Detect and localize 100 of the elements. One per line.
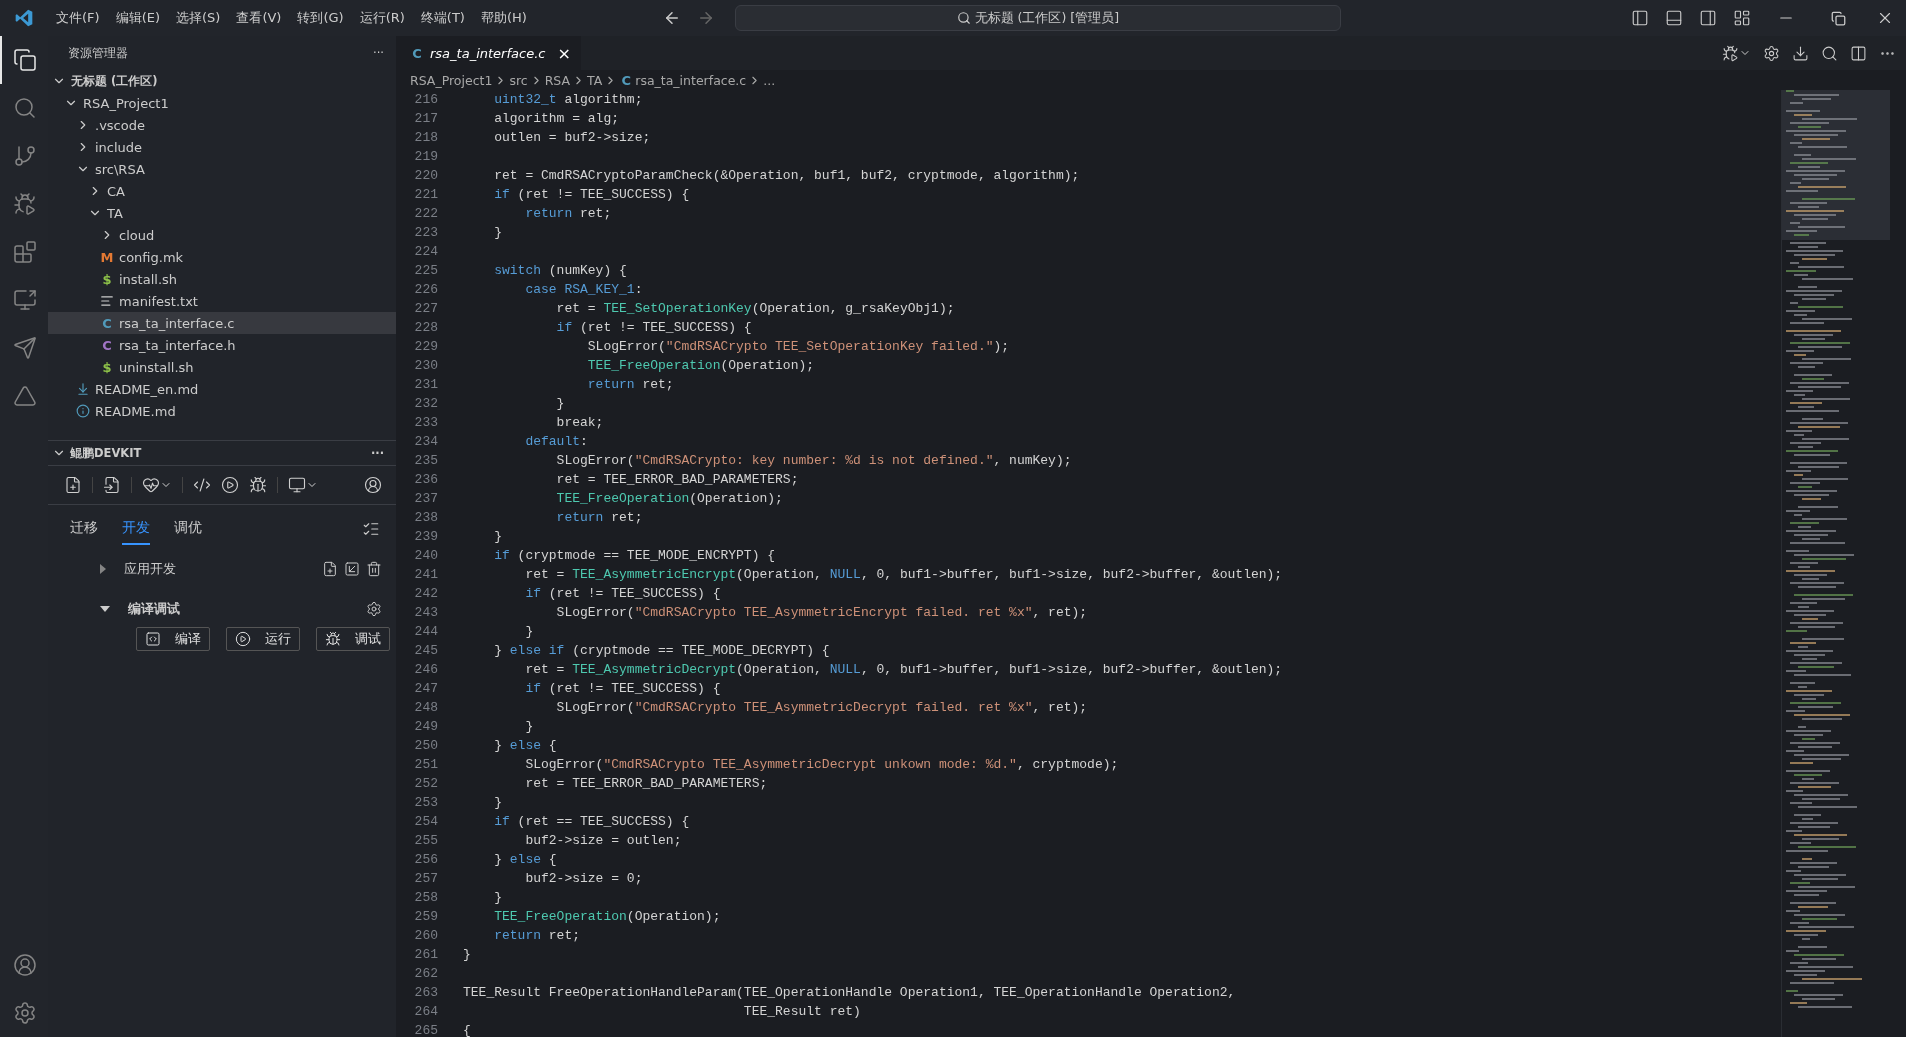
collapsed-icon[interactable] (100, 564, 106, 574)
triangle-icon[interactable] (13, 384, 37, 408)
line-number: 257 (413, 871, 439, 886)
panel-header[interactable]: 鲲鹏DEVKIT ··· (48, 441, 396, 465)
close-tab[interactable]: × (557, 43, 571, 63)
extensions-icon[interactable] (13, 240, 37, 264)
heart-pulse-icon[interactable] (142, 476, 160, 494)
file-item[interactable]: $ uninstall.sh (48, 356, 396, 378)
folder-item[interactable]: src\RSA (48, 158, 396, 180)
paper-plane-icon[interactable] (13, 336, 37, 360)
expanded-icon[interactable] (100, 606, 110, 612)
menu-item[interactable]: 文件(F) (48, 9, 108, 27)
section-title[interactable]: 编译调试 (128, 600, 180, 618)
code-line: TEE_FreeOperation(Operation); (586, 358, 815, 373)
menu-item[interactable]: 转到(G) (289, 9, 352, 27)
account-icon[interactable] (364, 476, 382, 494)
trash-icon[interactable] (366, 561, 382, 577)
play-icon[interactable] (221, 476, 239, 494)
folder-item[interactable]: .vscode (48, 114, 396, 136)
breadcrumb-item[interactable]: RSA (544, 72, 571, 88)
file-item[interactable]: README_en.md (48, 378, 396, 400)
line-number: 261 (413, 947, 439, 962)
layout-icon[interactable] (1733, 9, 1751, 27)
line-number: 230 (413, 358, 439, 373)
line-number: 233 (413, 415, 439, 430)
build-button[interactable]: 编译 (136, 627, 210, 651)
line-number: 264 (413, 1004, 439, 1019)
menu-item[interactable]: 终端(T) (412, 9, 473, 27)
menu-item[interactable]: 运行(R) (351, 9, 413, 27)
folder-item[interactable]: cloud (48, 224, 396, 246)
checklist-icon[interactable] (362, 520, 380, 538)
tab[interactable]: 开发 (122, 519, 150, 545)
panel-bottom-icon[interactable] (1665, 9, 1683, 27)
breadcrumb-item[interactable]: ... (763, 72, 776, 88)
app-logo-icon (14, 8, 34, 28)
download-icon[interactable] (1792, 44, 1809, 62)
code-line: SLogError("CmdRSACrypto TEE_SetOperationKey failed."); (586, 339, 1010, 354)
file-item[interactable]: C rsa_ta_interface.c (48, 312, 396, 334)
new-file-icon[interactable] (322, 561, 338, 577)
files-icon[interactable] (13, 48, 37, 72)
file-item[interactable]: README.md (48, 400, 396, 422)
import-icon[interactable] (344, 561, 360, 577)
line-number: 228 (413, 320, 439, 335)
code-line: uint32_t algorithm; (493, 92, 643, 107)
line-number: 232 (413, 396, 439, 411)
monitor-icon[interactable] (288, 476, 306, 494)
editor-tab[interactable]: C rsa_ta_interface.c × (396, 36, 581, 70)
menu-item[interactable]: 查看(V) (228, 9, 290, 27)
file-import-icon[interactable] (103, 476, 121, 494)
line-number: 246 (413, 662, 439, 677)
code-line: TEE_Result FreeOperationHandleParam(TEE_OperationHandle Operation1, TEE_OperationHandle Operation2, (463, 985, 1236, 1000)
code-icon[interactable] (193, 476, 211, 494)
breadcrumb-item[interactable]: TA (587, 72, 603, 88)
workspace-header[interactable]: 无标题 (工作区) (48, 70, 396, 92)
folder-item[interactable]: CA (48, 180, 396, 202)
branch-icon[interactable] (13, 144, 37, 168)
file-item[interactable]: $ install.sh (48, 268, 396, 290)
folder-item[interactable]: TA (48, 202, 396, 224)
menu-item[interactable]: 选择(S) (168, 9, 229, 27)
line-number: 221 (413, 187, 439, 202)
folder-item[interactable]: include (48, 136, 396, 158)
line-number: 225 (413, 263, 439, 278)
command-center[interactable]: 无标题 (工作区) [管理员] (734, 5, 1341, 31)
file-item[interactable]: C rsa_ta_interface.h (48, 334, 396, 356)
breadcrumb-item[interactable]: RSA_Project1 (410, 72, 493, 88)
breadcrumb-item[interactable]: src (509, 72, 528, 88)
file-item[interactable]: M config.mk (48, 246, 396, 268)
search-icon[interactable] (1821, 44, 1838, 62)
account-icon[interactable] (13, 953, 37, 977)
panel-right-icon[interactable] (1699, 9, 1717, 27)
run-debug-icon[interactable] (1722, 44, 1739, 62)
folder-item[interactable]: RSA_Project1 (48, 92, 396, 114)
bug-icon[interactable] (249, 476, 267, 494)
file-item[interactable]: manifest.txt (48, 290, 396, 312)
search-icon[interactable] (13, 96, 37, 120)
run-button[interactable]: 运行 (226, 627, 300, 651)
new-file-icon[interactable] (64, 476, 82, 494)
menu-item[interactable]: 帮助(H) (472, 9, 535, 27)
code-line: return ret; (493, 928, 581, 943)
run-debug-icon[interactable] (13, 192, 37, 216)
settings-icon[interactable] (13, 1001, 37, 1025)
debug-button[interactable]: 调试 (316, 627, 390, 651)
line-number: 237 (413, 491, 439, 506)
settings-icon[interactable] (1763, 44, 1780, 62)
more-actions[interactable]: ··· (373, 46, 384, 60)
menu-item[interactable]: 编辑(E) (107, 9, 168, 27)
section-title[interactable]: 应用开发 (124, 560, 176, 578)
tab[interactable]: 调优 (174, 519, 202, 545)
line-number: 252 (413, 776, 439, 791)
code-line: algorithm = alg; (493, 111, 620, 126)
restore-icon[interactable] (1831, 10, 1846, 26)
panel-left-icon[interactable] (1631, 9, 1649, 27)
settings-icon[interactable] (366, 601, 382, 617)
breadcrumb-item[interactable]: rsa_ta_interface.c (635, 72, 747, 88)
tab[interactable]: 迁移 (70, 519, 98, 545)
more-actions[interactable]: ··· (370, 446, 384, 460)
code-line: if (ret != TEE_SUCCESS) { (555, 320, 752, 335)
split-editor-icon[interactable] (1850, 44, 1867, 62)
code-line: TEE_FreeOperation(Operation); (555, 491, 783, 506)
line-number: 239 (413, 529, 439, 544)
